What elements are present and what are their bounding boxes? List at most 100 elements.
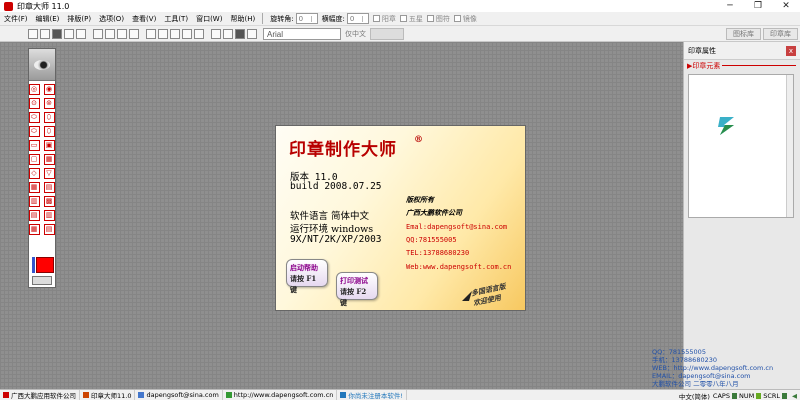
key-icon: [340, 392, 347, 398]
palette-toggle-icon[interactable]: [32, 276, 52, 285]
checkbox-box[interactable]: [453, 15, 461, 22]
qq-text: QQ:781555005: [406, 236, 457, 244]
square-stamp-icon[interactable]: ▢: [28, 154, 40, 165]
ellipse-stamp-icon[interactable]: ⬭: [28, 112, 40, 123]
star-checkbox[interactable]: 五星: [399, 14, 423, 24]
list-scrollbar[interactable]: [786, 75, 793, 217]
website-text: Web:www.dapengsoft.com.cn: [406, 263, 512, 271]
maximize-button[interactable]: ❐: [744, 0, 772, 12]
paste-icon[interactable]: [117, 29, 127, 39]
contact-company: 大鹏软件公司 二零零八年八月: [652, 380, 739, 388]
stamp-elements-header[interactable]: ▶印章元素: [684, 60, 800, 71]
app-icon: [4, 1, 13, 11]
grid-2x2-stamp-icon[interactable]: ▦: [28, 182, 40, 193]
menu-tools[interactable]: 工具(T): [160, 14, 192, 24]
grid-cols-stamp-icon[interactable]: ▥: [43, 210, 55, 221]
status-registration[interactable]: 你尚未注册本软件!: [337, 389, 408, 400]
aspect-input[interactable]: 0: [346, 13, 369, 24]
rect-stamp-icon[interactable]: ▭: [28, 140, 40, 151]
scroll-left-icon[interactable]: ◀: [789, 392, 800, 400]
open-icon[interactable]: [40, 29, 50, 39]
align-right-icon[interactable]: [170, 29, 180, 39]
circle-text-stamp-icon[interactable]: ⊙: [28, 98, 40, 109]
checkbox-box[interactable]: [399, 15, 407, 22]
panel-title: 印章属性: [688, 46, 716, 55]
mirror-checkbox[interactable]: 镜像: [453, 14, 477, 24]
promo-text: 多国语言版 欢迎使用: [470, 281, 507, 308]
build-text: build 2008.07.25: [290, 181, 382, 192]
circle-star-stamp-icon[interactable]: ◉: [43, 84, 55, 95]
checkbox-box[interactable]: [426, 15, 434, 22]
ellipse-inner-stamp-icon[interactable]: ⬯: [43, 126, 55, 137]
triangle-stamp-icon[interactable]: ▽: [43, 168, 55, 179]
close-button[interactable]: ✕: [772, 0, 800, 12]
mail-icon: [138, 392, 145, 398]
ellipse-double-stamp-icon[interactable]: ⬯: [43, 112, 55, 123]
grid-cross-stamp-icon[interactable]: ▩: [43, 196, 55, 207]
symbol-checkbox[interactable]: 图符: [426, 14, 450, 24]
square-grid-stamp-icon[interactable]: ▦: [43, 154, 55, 165]
contact-email: EMAIL：dapengsoft@sina.com: [652, 372, 751, 380]
align-left-icon[interactable]: [146, 29, 156, 39]
contact-qq: QQ：781555005: [652, 348, 706, 356]
menu-options[interactable]: 选项(O): [95, 14, 128, 24]
color-swatch[interactable]: [36, 257, 54, 273]
caps-indicator: CAPS: [712, 391, 730, 400]
tab-stamp-library[interactable]: 印章库: [763, 28, 798, 40]
rotation-input[interactable]: 0: [295, 13, 318, 24]
ellipse-text-stamp-icon[interactable]: ⬭: [28, 126, 40, 137]
menu-window[interactable]: 窗口(W): [192, 14, 226, 24]
delete-icon[interactable]: [129, 29, 139, 39]
copy-icon[interactable]: [105, 29, 115, 39]
stamp-elements-list[interactable]: [688, 74, 794, 218]
settings-icon[interactable]: [247, 29, 257, 39]
grid-wide-stamp-icon[interactable]: ▤: [43, 224, 55, 235]
align-center-icon[interactable]: [158, 29, 168, 39]
menu-separator: [262, 13, 264, 24]
font-size-select[interactable]: [370, 28, 404, 40]
scrl-led: [782, 392, 787, 399]
circle-stamp-icon[interactable]: ◎: [28, 84, 40, 95]
grid-rows-stamp-icon[interactable]: ▤: [28, 210, 40, 221]
grid-small-stamp-icon[interactable]: ▦: [28, 224, 40, 235]
new-icon[interactable]: [28, 29, 38, 39]
menu-file[interactable]: 文件(F): [0, 14, 32, 24]
status-website[interactable]: http://www.dapengsoft.com.cn: [223, 389, 338, 400]
menu-edit[interactable]: 编辑(E): [32, 14, 64, 24]
minimize-button[interactable]: ─: [716, 0, 744, 12]
help-button[interactable]: 启动帮助 请按 F1 键: [286, 259, 328, 294]
panel-title-bar: 印章属性 x: [684, 42, 800, 60]
diamond-stamp-icon[interactable]: ◇: [28, 168, 40, 179]
menu-layout[interactable]: 排版(P): [63, 14, 95, 24]
checkbox-box[interactable]: [372, 15, 380, 22]
tab-icon-library[interactable]: 图标库: [726, 28, 761, 40]
menu-view[interactable]: 查看(V): [128, 14, 160, 24]
print-preview-icon[interactable]: [76, 29, 86, 39]
export-icon[interactable]: [211, 29, 221, 39]
save-icon[interactable]: [52, 29, 62, 39]
cut-icon[interactable]: [93, 29, 103, 39]
splash-dialog[interactable]: 印章制作大师 ® 版本 11.0 build 2008.07.25 软件语言 简…: [275, 125, 526, 311]
menu-help[interactable]: 帮助(H): [226, 14, 259, 24]
os-list-text: 9X/NT/2K/XP/2003: [290, 234, 382, 245]
import-icon[interactable]: [223, 29, 233, 39]
color-strip[interactable]: [32, 257, 35, 273]
status-email[interactable]: dapengsoft@sina.com: [135, 389, 223, 400]
company-text: 广西大鹏软件公司: [406, 208, 462, 217]
circle-inner-stamp-icon[interactable]: ⊚: [43, 98, 55, 109]
runtime-env-text: 运行环境 windows: [290, 224, 374, 235]
image-icon[interactable]: [235, 29, 245, 39]
yang-checkbox[interactable]: 阳章: [372, 14, 396, 24]
grid-4-stamp-icon[interactable]: ▤: [43, 182, 55, 193]
panel-close-button[interactable]: x: [786, 46, 796, 56]
chinese-only-checkbox[interactable]: 仅中文: [345, 29, 366, 39]
library-tabs: 图标库 印章库: [726, 26, 800, 40]
font-select[interactable]: Arial: [263, 28, 341, 40]
align-bottom-icon[interactable]: [194, 29, 204, 39]
phone-text: TEL:13788680230: [406, 249, 470, 257]
grid-split-stamp-icon[interactable]: ▥: [28, 196, 40, 207]
rect-double-stamp-icon[interactable]: ▣: [43, 140, 55, 151]
print-test-button[interactable]: 打印测试 请按 F2 键: [336, 272, 378, 307]
print-icon[interactable]: [64, 29, 74, 39]
align-top-icon[interactable]: [182, 29, 192, 39]
